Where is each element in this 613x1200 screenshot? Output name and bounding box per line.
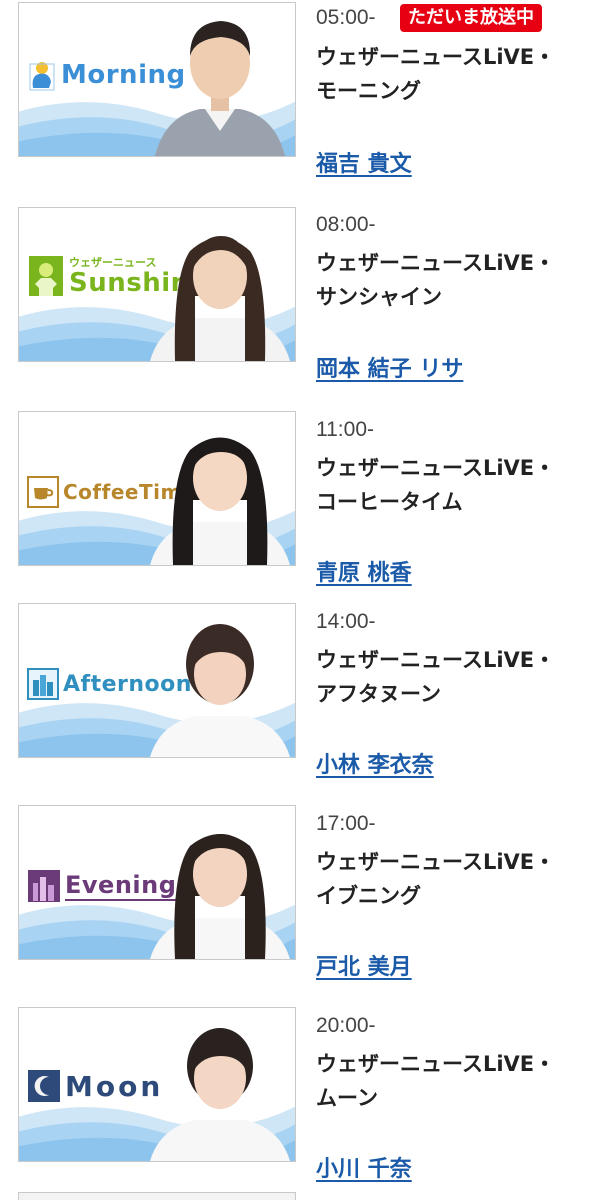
program-thumbnail[interactable]: ウェザーニュース Sunshine bbox=[18, 207, 296, 362]
caster-link[interactable]: 小川 千奈 bbox=[316, 1151, 412, 1183]
program-title[interactable]: ウェザーニュースLiVE・ コーヒータイム bbox=[316, 451, 606, 519]
program-thumbnail[interactable]: Evening bbox=[18, 805, 296, 960]
coffee-cup-icon bbox=[27, 476, 59, 508]
caster-photo bbox=[150, 437, 290, 565]
program-title[interactable]: ウェザーニュースLiVE・ アフタヌーン bbox=[316, 643, 606, 711]
program-thumbnail[interactable]: Moon bbox=[18, 1007, 296, 1162]
caster-link[interactable]: 小林 李衣奈 bbox=[316, 747, 434, 779]
rooster-sun-icon bbox=[29, 62, 55, 91]
program-title-line2: イブニング bbox=[316, 884, 421, 908]
program-time: 11:00- bbox=[316, 418, 374, 441]
program-title-line1: ウェザーニュースLiVE・ bbox=[316, 45, 556, 69]
program-title-line1: ウェザーニュースLiVE・ bbox=[316, 1052, 556, 1076]
city-buildings-icon bbox=[27, 668, 59, 700]
program-title[interactable]: ウェザーニュースLiVE・ ムーン bbox=[316, 1047, 606, 1115]
moon-logo: Moon bbox=[27, 1066, 163, 1106]
caster-photo bbox=[150, 834, 290, 959]
caster-link[interactable]: 青原 桃香 bbox=[316, 555, 412, 587]
caster-link[interactable]: 岡本 結子 リサ bbox=[316, 351, 463, 383]
caster-photo bbox=[150, 1028, 290, 1161]
crescent-moon-icon bbox=[28, 1070, 60, 1102]
program-thumbnail[interactable]: CoffeeTime bbox=[18, 411, 296, 566]
program-time: 05:00- bbox=[316, 6, 376, 29]
program-time: 17:00- bbox=[316, 812, 376, 835]
caster-photo bbox=[155, 21, 285, 156]
evening-city-icon bbox=[28, 870, 60, 902]
program-time: 20:00- bbox=[316, 1014, 376, 1037]
on-air-badge: ただいま放送中 bbox=[400, 4, 542, 32]
program-title-line1: ウェザーニュースLiVE・ bbox=[316, 648, 556, 672]
program-title-line1: ウェザーニュースLiVE・ bbox=[316, 251, 556, 275]
program-thumbnail[interactable]: Morning bbox=[18, 2, 296, 157]
program-time: 14:00- bbox=[316, 610, 376, 633]
caster-photo bbox=[150, 236, 290, 361]
program-title-line2: アフタヌーン bbox=[316, 682, 441, 706]
program-title-line2: コーヒータイム bbox=[316, 490, 463, 514]
program-title[interactable]: ウェザーニュースLiVE・ モーニング bbox=[316, 40, 606, 108]
program-title-line2: サンシャイン bbox=[316, 285, 442, 309]
program-title-line1: ウェザーニュースLiVE・ bbox=[316, 850, 556, 874]
program-schedule-list: Morning 05:00- ただいま放送中 ウェザーニュースLiVE・ モーニ… bbox=[0, 0, 613, 1200]
program-title[interactable]: ウェザーニュースLiVE・ サンシャイン bbox=[316, 246, 606, 314]
program-title-line2: モーニング bbox=[316, 79, 421, 103]
sun-shirt-icon bbox=[29, 256, 63, 296]
program-title[interactable]: ウェザーニュースLiVE・ イブニング bbox=[316, 845, 606, 913]
program-title-line1: ウェザーニュースLiVE・ bbox=[316, 456, 556, 480]
next-program-thumbnail-partial[interactable] bbox=[18, 1192, 296, 1200]
caster-link[interactable]: 福吉 貴文 bbox=[316, 146, 412, 178]
program-time: 08:00- bbox=[316, 213, 376, 236]
caster-link[interactable]: 戸北 美月 bbox=[316, 949, 412, 981]
program-thumbnail[interactable]: Afternoon bbox=[18, 603, 296, 758]
caster-photo bbox=[150, 624, 290, 757]
program-title-line2: ムーン bbox=[316, 1086, 378, 1110]
